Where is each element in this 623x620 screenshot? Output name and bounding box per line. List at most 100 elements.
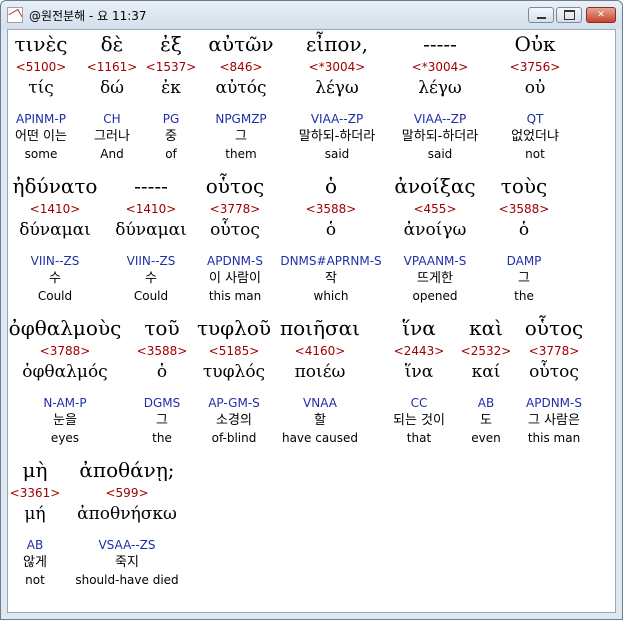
strong-number[interactable]: <1410> xyxy=(115,200,187,218)
strong-number[interactable]: <3361> xyxy=(10,484,61,502)
strong-number[interactable]: <3756> xyxy=(510,58,561,76)
strong-number[interactable]: <1161> xyxy=(87,58,138,76)
korean-gloss: 할 xyxy=(314,413,326,428)
word-cell[interactable]: ποιῆσαι <4160> ποιέω VNAA 할 have caused xyxy=(280,314,360,446)
english-gloss: have caused xyxy=(281,431,359,445)
korean-gloss: 그 사람은 xyxy=(528,413,580,428)
interlinear-panel[interactable]: τινὲς <5100> τίς APINM-P 어떤 이는 some δὲ <1161> δώ… xyxy=(7,29,616,613)
english-gloss: the xyxy=(514,289,534,303)
english-gloss: Could xyxy=(37,289,73,303)
word-cell[interactable]: ὁ <3588> ὁ DNMS#APRNM-S 작 which xyxy=(280,172,381,304)
parsing-code: AP-GM-S xyxy=(208,396,260,410)
parsing-code: DNMS#APRNM-S xyxy=(280,254,382,268)
word-cell[interactable]: τοὺς <3588> ὁ DAMP 그 the xyxy=(499,172,550,304)
lemma-word: οὐ xyxy=(524,78,546,98)
korean-gloss: 그 xyxy=(235,129,247,144)
strong-number[interactable]: <*3004> xyxy=(402,58,478,76)
word-cell[interactable]: ἀνοίξας <455> ἀνοίγω VPAANM-S 뜨게한 opened xyxy=(394,172,475,304)
word-cell[interactable]: μὴ <3361> μή AB 않게 not xyxy=(10,456,61,588)
greek-word: τινὲς xyxy=(14,32,68,56)
strong-number[interactable]: <2443> xyxy=(393,342,445,360)
korean-gloss: 수 xyxy=(145,271,157,286)
korean-gloss: 수 xyxy=(49,271,61,286)
close-button[interactable]: ✕ xyxy=(586,7,616,23)
strong-number[interactable]: <5185> xyxy=(197,342,271,360)
strong-number[interactable]: <3588> xyxy=(280,200,381,218)
strong-number[interactable]: <*3004> xyxy=(299,58,375,76)
word-cell[interactable]: οὗτος <3778> οὗτος APDNM-S 그 사람은 this man xyxy=(525,314,584,446)
strong-number[interactable]: <3778> xyxy=(206,200,265,218)
greek-word: ἠδύνατο xyxy=(12,174,98,198)
lemma-word: μή xyxy=(24,504,46,524)
strong-number[interactable]: <5100> xyxy=(15,58,68,76)
strong-number[interactable]: <3778> xyxy=(525,342,584,360)
word-cell[interactable]: ὀφθαλμοὺς <3788> ὀφθαλμός N-AM-P 눈을 eyes xyxy=(9,314,122,446)
strong-number[interactable]: <846> xyxy=(208,58,273,76)
greek-word: ἐξ xyxy=(160,32,182,56)
lemma-word: καί xyxy=(471,362,501,382)
minimize-button[interactable] xyxy=(528,7,554,23)
korean-gloss: 중 xyxy=(165,129,177,144)
parsing-code: DAMP xyxy=(506,254,542,268)
word-cell[interactable]: ----- <*3004> λέγω VIAA--ZP 말하되-하더라 said xyxy=(402,30,478,162)
word-cell[interactable]: Οὐκ <3756> οὐ QT 없었더냐 not xyxy=(510,30,561,162)
strong-number[interactable]: <2532> xyxy=(461,342,512,360)
strong-number[interactable]: <3788> xyxy=(9,342,122,360)
greek-word: αὐτῶν xyxy=(208,32,274,56)
korean-gloss: 이 사람이 xyxy=(209,271,261,286)
strong-number[interactable]: <3588> xyxy=(137,342,188,360)
english-gloss: eyes xyxy=(50,431,80,445)
english-gloss: And xyxy=(100,147,124,161)
word-cell[interactable]: αὐτῶν <846> αὐτός NPGMZP 그 them xyxy=(208,30,273,162)
korean-gloss: 죽지 xyxy=(115,555,139,570)
word-cell[interactable]: ----- <1410> δύναμαι VIIN--ZS 수 Could xyxy=(115,172,187,304)
word-cell[interactable]: οὗτος <3778> οὗτος APDNM-S 이 사람이 this man xyxy=(206,172,265,304)
strong-number[interactable]: <3588> xyxy=(499,200,550,218)
word-cell[interactable]: ἠδύνατο <1410> δύναμαι VIIN--ZS 수 Could xyxy=(13,172,98,304)
english-gloss: said xyxy=(324,147,350,161)
strong-number[interactable]: <1537> xyxy=(146,58,197,76)
parsing-code: CH xyxy=(103,112,121,126)
parsing-code: APINM-P xyxy=(16,112,66,126)
word-cell[interactable]: δὲ <1161> δώ CH 그러나 And xyxy=(87,30,138,162)
greek-word: ἀποθάνῃ; xyxy=(79,458,175,482)
strong-number[interactable]: <1410> xyxy=(13,200,98,218)
parsing-code: AB xyxy=(26,538,44,552)
title-bar[interactable]: @원전분해 - 요 11:37 ✕ xyxy=(1,1,622,29)
greek-word: ἵνα xyxy=(402,316,436,340)
word-cell[interactable]: ἵνα <2443> ἵνα CC 되는 것이 that xyxy=(393,314,445,446)
greek-word: τυφλοῦ xyxy=(196,316,272,340)
word-cell[interactable]: τινὲς <5100> τίς APINM-P 어떤 이는 some xyxy=(15,30,68,162)
greek-word: οὗτος xyxy=(205,174,265,198)
parsing-code: APDNM-S xyxy=(207,254,263,268)
word-cell[interactable]: ἐξ <1537> ἐκ PG 중 of xyxy=(146,30,197,162)
word-cell[interactable]: τυφλοῦ <5185> τυφλός AP-GM-S 소경의 of-blind xyxy=(197,314,271,446)
word-cell[interactable]: καὶ <2532> καί AB 도 even xyxy=(461,314,512,446)
word-cell[interactable]: ἀποθάνῃ; <599> ἀποθνήσκω VSAA--ZS 죽지 should-h… xyxy=(75,456,178,588)
strong-number[interactable]: <455> xyxy=(394,200,475,218)
app-icon[interactable] xyxy=(7,7,23,23)
lemma-word: ποιέω xyxy=(294,362,346,382)
greek-word: ὁ xyxy=(324,174,338,198)
greek-word: τοὺς xyxy=(500,174,548,198)
lemma-word: ὁ xyxy=(518,220,530,240)
strong-number[interactable]: <599> xyxy=(75,484,178,502)
english-gloss: of-blind xyxy=(211,431,257,445)
korean-gloss: 소경의 xyxy=(216,413,252,428)
app-window: @원전분해 - 요 11:37 ✕ τινὲς <5100> τίς APINM-P 어… xyxy=(0,0,623,620)
lemma-word: δώ xyxy=(99,78,125,98)
greek-word: καὶ xyxy=(469,316,503,340)
lemma-word: τυφλός xyxy=(202,362,266,382)
maximize-button[interactable] xyxy=(556,7,582,23)
word-cell[interactable]: εἶπον, <*3004> λέγω VIAA--ZP 말하되-하더라 said xyxy=(299,30,375,162)
strong-number[interactable]: <4160> xyxy=(280,342,360,360)
word-cell[interactable]: τοῦ <3588> ὁ DGMS 그 the xyxy=(137,314,188,446)
